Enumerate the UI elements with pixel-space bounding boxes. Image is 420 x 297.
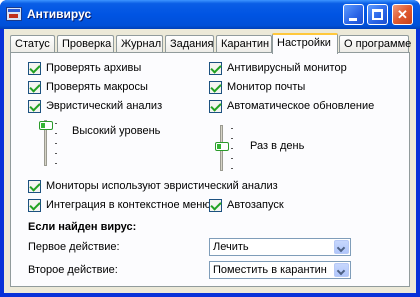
check-autostart[interactable]: Автозапуск <box>209 198 284 212</box>
settings-panel: Проверять архивы Проверять макросы Эврис… <box>10 52 410 287</box>
check-macros[interactable]: Проверять макросы <box>28 80 148 94</box>
tab-log[interactable]: Журнал <box>116 35 163 53</box>
slider-tick <box>231 128 233 129</box>
tab-quarantine[interactable]: Карантин <box>216 35 272 53</box>
checkbox[interactable] <box>28 99 41 113</box>
slider-tick <box>231 148 233 149</box>
close-button[interactable]: ✕ <box>392 4 413 25</box>
minimize-button[interactable] <box>343 4 364 25</box>
slider-tick <box>55 163 57 164</box>
first-action-select[interactable]: Лечить <box>209 238 351 256</box>
tab-scan[interactable]: Проверка <box>57 35 114 53</box>
check-mail-monitor-label: Монитор почты <box>227 81 306 93</box>
slider-tick <box>231 158 233 159</box>
check-av-monitor-label: Антивирусный монитор <box>227 62 347 74</box>
slider-tick <box>55 133 57 134</box>
maximize-icon <box>372 9 383 20</box>
second-action-select[interactable]: Поместить в карантин <box>209 261 351 279</box>
slider-tick <box>55 123 57 124</box>
dialog-client: Статус Проверка Журнал Задания Карантин … <box>4 29 416 293</box>
checkbox[interactable] <box>28 61 41 75</box>
tab-tasks[interactable]: Задания <box>165 35 214 53</box>
checkbox[interactable] <box>28 179 41 193</box>
first-action-label: Первое действие: <box>28 241 120 253</box>
check-monitors-heuristic[interactable]: Мониторы используют эвристический анализ <box>28 179 278 193</box>
maximize-button[interactable] <box>367 4 388 25</box>
heuristic-level-slider[interactable] <box>37 120 67 166</box>
second-action-label: Второе действие: <box>28 264 118 276</box>
checkbox[interactable] <box>209 80 222 94</box>
heuristic-level-label: Высокий уровень <box>72 125 161 137</box>
check-context-menu[interactable]: Интеграция в контекстное меню <box>28 198 211 212</box>
checkbox[interactable] <box>28 198 41 212</box>
close-icon: ✕ <box>397 7 408 22</box>
update-frequency-label: Раз в день <box>250 140 305 152</box>
title-bar[interactable]: Антивирус ✕ <box>0 0 420 29</box>
slider-tick <box>231 168 233 169</box>
checkbox[interactable] <box>209 99 222 113</box>
tab-status[interactable]: Статус <box>10 35 55 53</box>
chevron-down-icon[interactable] <box>334 263 349 277</box>
check-archives-label: Проверять архивы <box>46 62 142 74</box>
check-mail-monitor[interactable]: Монитор почты <box>209 80 305 94</box>
check-auto-update-label: Автоматическое обновление <box>227 100 375 112</box>
slider-tick <box>231 138 233 139</box>
second-action-value: Поместить в карантин <box>213 264 327 276</box>
slider-tick <box>55 153 57 154</box>
check-autostart-label: Автозапуск <box>227 199 284 211</box>
slider-tick <box>55 143 57 144</box>
check-context-menu-label: Интеграция в контекстное меню <box>46 199 211 211</box>
first-action-value: Лечить <box>213 241 249 253</box>
tab-settings[interactable]: Настройки <box>272 33 338 54</box>
check-heuristic-label: Эвристический анализ <box>46 100 163 112</box>
update-frequency-slider[interactable] <box>213 125 243 171</box>
check-av-monitor[interactable]: Антивирусный монитор <box>209 61 347 75</box>
minimize-icon <box>349 18 357 21</box>
checkbox[interactable] <box>209 198 222 212</box>
check-auto-update[interactable]: Автоматическое обновление <box>209 99 374 113</box>
window-title: Антивирус <box>27 7 92 21</box>
checkbox[interactable] <box>28 80 41 94</box>
check-heuristic[interactable]: Эвристический анализ <box>28 99 162 113</box>
check-archives[interactable]: Проверять архивы <box>28 61 141 75</box>
chevron-down-icon[interactable] <box>334 240 349 254</box>
app-window: Антивирус ✕ Статус Проверка Журнал Задан… <box>0 0 420 297</box>
slider-thumb[interactable] <box>215 142 229 151</box>
slider-thumb[interactable] <box>39 121 53 130</box>
checkbox[interactable] <box>209 61 222 75</box>
check-macros-label: Проверять макросы <box>46 81 148 93</box>
check-monitors-heuristic-label: Мониторы используют эвристический анализ <box>46 180 278 192</box>
app-icon <box>6 7 22 21</box>
tab-about[interactable]: О программе <box>339 35 411 53</box>
virus-section-title: Если найден вирус: <box>28 221 137 233</box>
